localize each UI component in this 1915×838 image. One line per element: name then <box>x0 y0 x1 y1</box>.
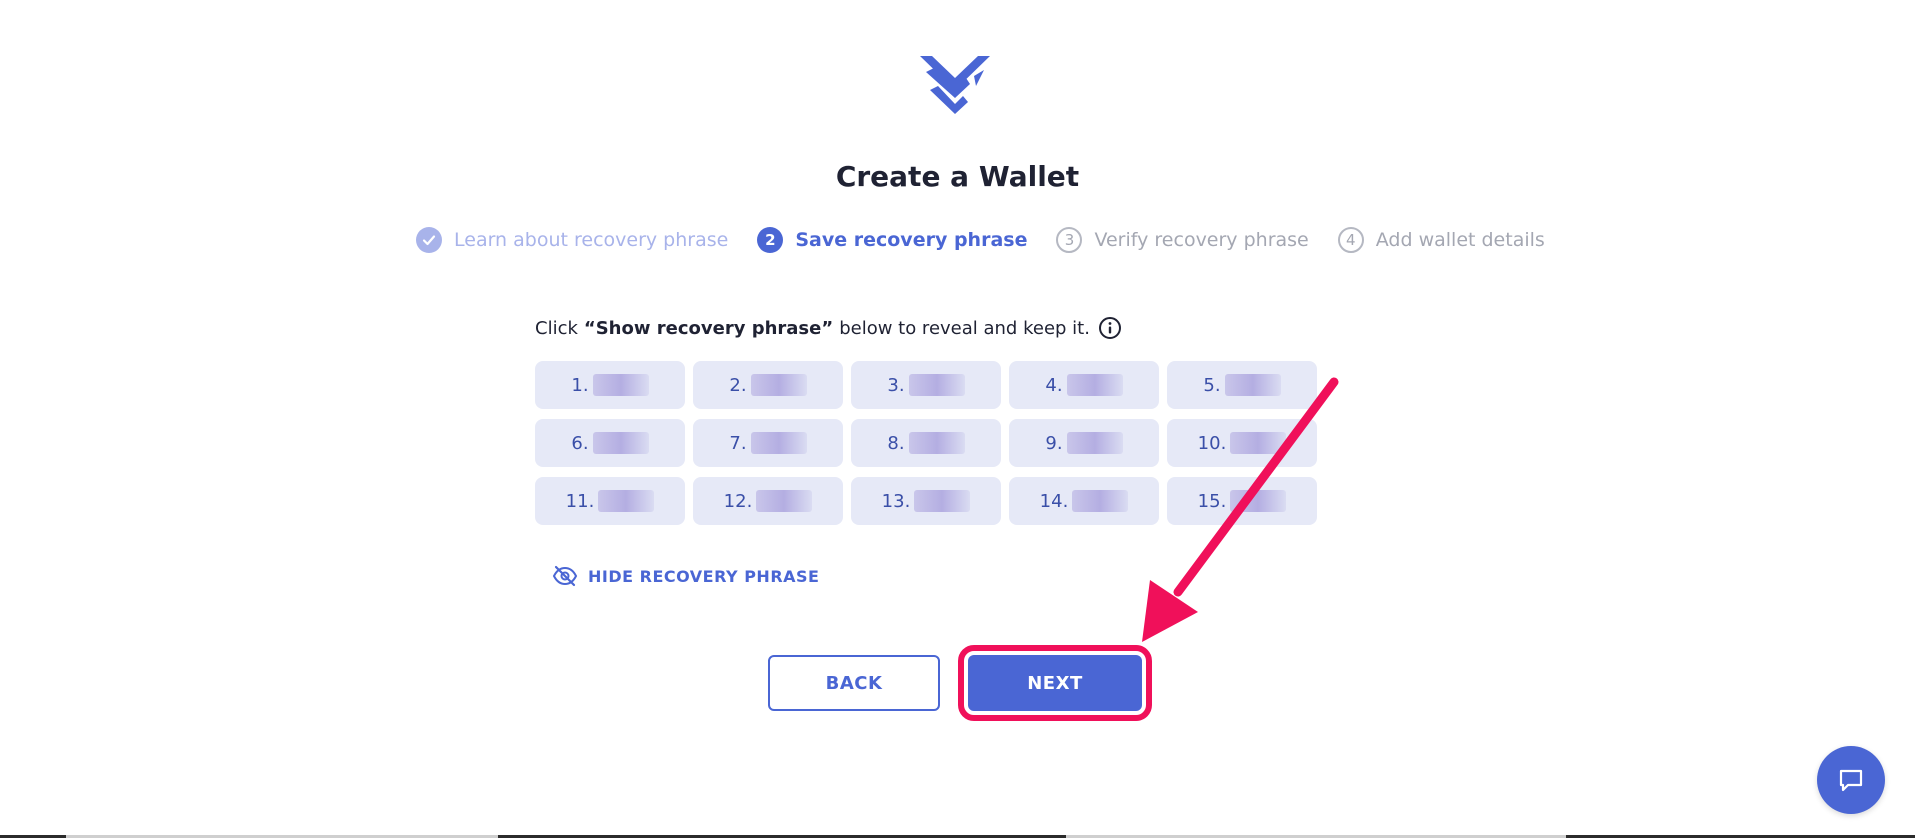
word-index: 3. <box>887 374 905 396</box>
recovery-word: 2. <box>693 361 843 409</box>
eye-off-icon <box>552 565 578 587</box>
recovery-word: 7. <box>693 419 843 467</box>
recovery-word: 15. <box>1167 477 1317 525</box>
back-button[interactable]: BACK <box>768 655 940 711</box>
step-number: 3 <box>1056 227 1083 253</box>
blurred-word <box>592 374 649 396</box>
word-index: 8. <box>887 432 905 454</box>
recovery-phrase-grid: 1. 2. 3. 4. 5. 6. 7. 8. 9. 10. 11. 12. 1… <box>535 361 1317 525</box>
recovery-word: 11. <box>535 477 685 525</box>
blurred-word <box>598 490 655 512</box>
blurred-word <box>908 374 965 396</box>
word-index: 15. <box>1197 490 1227 512</box>
word-index: 14. <box>1039 490 1069 512</box>
step-label: Add wallet details <box>1375 229 1545 251</box>
word-index: 4. <box>1045 374 1063 396</box>
recovery-word: 5. <box>1167 361 1317 409</box>
blurred-word <box>1230 490 1287 512</box>
step-number: 2 <box>757 227 784 253</box>
blurred-word <box>750 374 807 396</box>
blurred-word <box>750 432 807 454</box>
step-label: Verify recovery phrase <box>1094 229 1309 251</box>
word-index: 10. <box>1197 432 1227 454</box>
instruction-text: Click “Show recovery phrase” below to re… <box>535 313 1122 343</box>
word-index: 13. <box>881 490 911 512</box>
page-title: Create a Wallet <box>835 160 1080 193</box>
step-save-recovery-phrase: 2 Save recovery phrase <box>757 227 1027 253</box>
blurred-word <box>756 490 813 512</box>
chat-button[interactable] <box>1817 746 1885 814</box>
recovery-word: 4. <box>1009 361 1159 409</box>
word-index: 6. <box>571 432 589 454</box>
next-button[interactable]: NEXT <box>968 655 1142 711</box>
blurred-word <box>1066 374 1123 396</box>
recovery-word: 14. <box>1009 477 1159 525</box>
wallet-logo-icon <box>920 56 990 114</box>
instruction-suffix: below to reveal and keep it. <box>839 317 1090 339</box>
blurred-word <box>1224 374 1281 396</box>
recovery-word: 8. <box>851 419 1001 467</box>
step-label: Save recovery phrase <box>795 229 1028 251</box>
recovery-word: 3. <box>851 361 1001 409</box>
word-index: 2. <box>729 374 747 396</box>
recovery-word: 10. <box>1167 419 1317 467</box>
step-number: 4 <box>1337 227 1364 253</box>
word-index: 11. <box>565 490 595 512</box>
word-index: 5. <box>1203 374 1221 396</box>
instruction-emphasis: “Show recovery phrase” <box>583 317 834 339</box>
instruction-prefix: Click <box>535 317 578 339</box>
word-index: 9. <box>1045 432 1063 454</box>
hide-recovery-phrase-label: HIDE RECOVERY PHRASE <box>588 566 820 586</box>
check-icon <box>416 227 442 253</box>
blurred-word <box>1072 490 1129 512</box>
step-label: Learn about recovery phrase <box>454 229 729 251</box>
blurred-word <box>592 432 649 454</box>
recovery-word: 12. <box>693 477 843 525</box>
word-index: 7. <box>729 432 747 454</box>
recovery-word: 6. <box>535 419 685 467</box>
blurred-word <box>914 490 971 512</box>
step-learn-recovery-phrase: Learn about recovery phrase <box>416 227 728 253</box>
recovery-word: 13. <box>851 477 1001 525</box>
word-index: 1. <box>571 374 589 396</box>
step-add-wallet-details: 4 Add wallet details <box>1337 227 1545 253</box>
blurred-word <box>1066 432 1123 454</box>
recovery-word: 1. <box>535 361 685 409</box>
word-index: 12. <box>723 490 753 512</box>
hide-recovery-phrase-button[interactable]: HIDE RECOVERY PHRASE <box>552 565 819 587</box>
blurred-word <box>908 432 965 454</box>
blurred-word <box>1230 432 1287 454</box>
recovery-word: 9. <box>1009 419 1159 467</box>
info-icon[interactable] <box>1098 316 1122 340</box>
wizard-stepper: Learn about recovery phrase 2 Save recov… <box>416 225 1545 255</box>
chat-icon <box>1839 769 1863 792</box>
step-verify-recovery-phrase: 3 Verify recovery phrase <box>1056 227 1309 253</box>
